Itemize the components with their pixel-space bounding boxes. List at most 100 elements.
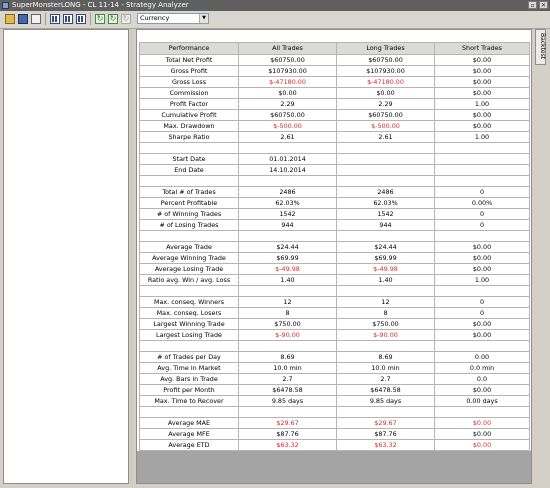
metric-value: $63.32 bbox=[238, 439, 337, 451]
metric-value: 0.00 bbox=[434, 351, 530, 363]
refresh-icon[interactable]: ↻ bbox=[108, 14, 118, 24]
chevron-down-icon[interactable]: ▼ bbox=[199, 14, 208, 23]
column-header[interactable]: Performance bbox=[139, 42, 239, 55]
metric-label: Average Trade bbox=[139, 241, 239, 253]
metric-value: 0 bbox=[434, 307, 530, 319]
table-row: Average Winning Trade $69.99 $69.99 $0.00 bbox=[139, 252, 530, 264]
metric-value: $24.44 bbox=[238, 241, 337, 253]
metric-label bbox=[139, 285, 239, 297]
metric-label: Profit Factor bbox=[139, 98, 239, 110]
table-row: Profit per Month $6478.58 $6478.58 $0.00 bbox=[139, 384, 530, 396]
metric-value: $0.00 bbox=[434, 318, 530, 330]
metric-value: $107930.00 bbox=[238, 65, 337, 77]
metric-value: 0 bbox=[434, 219, 530, 231]
table-row: Gross Loss $-47180.00 $-47180.00 $0.00 bbox=[139, 76, 530, 88]
metric-value: $63.32 bbox=[336, 439, 435, 451]
metric-value: $0.00 bbox=[434, 76, 530, 88]
table-row: Avg. Time in Market 10.0 min 10.0 min 0.0 m… bbox=[139, 362, 530, 374]
metric-value: $6478.58 bbox=[238, 384, 337, 396]
table-row bbox=[139, 175, 530, 187]
metric-value: $0.00 bbox=[434, 384, 530, 396]
metric-value: 62.03% bbox=[336, 197, 435, 209]
metric-value bbox=[336, 230, 435, 242]
metric-value bbox=[434, 175, 530, 187]
column-header[interactable]: All Trades bbox=[238, 42, 337, 55]
metric-value: 12 bbox=[336, 296, 435, 308]
metric-value bbox=[434, 142, 530, 154]
metric-value: $0.00 bbox=[434, 109, 530, 121]
table-row bbox=[139, 142, 530, 154]
metric-value: 8 bbox=[238, 307, 337, 319]
metric-value: $0.00 bbox=[434, 54, 530, 66]
report-grid-icon[interactable] bbox=[76, 14, 86, 24]
table-row: Max. Time to Recover 9.85 days 9.85 days 0.… bbox=[139, 395, 530, 407]
metric-value: $29.67 bbox=[238, 417, 337, 429]
metric-value bbox=[336, 153, 435, 165]
table-row: Start Date 01.01.2014 bbox=[139, 153, 530, 165]
tab-backtest[interactable]: Backtest bbox=[535, 29, 546, 65]
metric-value: 2486 bbox=[336, 186, 435, 198]
currency-select[interactable]: Currency ▼ bbox=[137, 13, 209, 24]
strategy-tree-pane[interactable] bbox=[3, 29, 129, 484]
close-button[interactable]: ✕ bbox=[539, 1, 548, 9]
metric-value: $0.00 bbox=[434, 263, 530, 275]
save-icon[interactable] bbox=[18, 14, 28, 24]
metric-label: Sharpe Ratio bbox=[139, 131, 239, 143]
metric-value: 0.00% bbox=[434, 197, 530, 209]
table-row: Sharpe Ratio 2.61 2.61 1.00 bbox=[139, 131, 530, 143]
metric-label: Cumulative Profit bbox=[139, 109, 239, 121]
metric-value: $-500.00 bbox=[336, 120, 435, 132]
table-row: Commission $0.00 $0.00 $0.00 bbox=[139, 87, 530, 99]
tab-backtest-label: Backtest bbox=[539, 33, 546, 60]
restore-button[interactable]: ▫ bbox=[528, 1, 537, 9]
table-row: # of Winning Trades 1542 1542 0 bbox=[139, 208, 530, 220]
print-icon[interactable] bbox=[31, 14, 41, 24]
table-row: # of Trades per Day 8.69 8.69 0.00 bbox=[139, 351, 530, 363]
metric-label bbox=[139, 406, 239, 418]
metric-label: Largest Winning Trade bbox=[139, 318, 239, 330]
metric-value: $60750.00 bbox=[336, 109, 435, 121]
toolbar-separator bbox=[90, 13, 91, 25]
toolbar-separator bbox=[45, 13, 46, 25]
column-header[interactable]: Long Trades bbox=[336, 42, 435, 55]
column-header[interactable]: Short Trades bbox=[434, 42, 530, 55]
metric-label: # of Winning Trades bbox=[139, 208, 239, 220]
metric-value: $-49.98 bbox=[336, 263, 435, 275]
metric-value: $87.76 bbox=[238, 428, 337, 440]
metric-value bbox=[238, 340, 337, 352]
empty-grid-area bbox=[137, 451, 531, 483]
metric-label: # of Losing Trades bbox=[139, 219, 239, 231]
metric-label: Max. Drawdown bbox=[139, 120, 239, 132]
metric-value: $0.00 bbox=[434, 439, 530, 451]
refresh-icon[interactable]: ↻ bbox=[95, 14, 105, 24]
metric-value: 944 bbox=[336, 219, 435, 231]
metric-label: Percent Profitable bbox=[139, 197, 239, 209]
metric-value: 9.85 days bbox=[336, 395, 435, 407]
metric-value: 1542 bbox=[336, 208, 435, 220]
metric-value bbox=[238, 285, 337, 297]
metric-value bbox=[434, 230, 530, 242]
metric-value bbox=[336, 164, 435, 176]
open-folder-icon[interactable] bbox=[5, 14, 15, 24]
table-header-row: Performance All Trades Long Trades Short… bbox=[139, 42, 530, 55]
metric-value: 2.29 bbox=[336, 98, 435, 110]
metric-value bbox=[238, 175, 337, 187]
report-grid-icon[interactable] bbox=[63, 14, 73, 24]
metric-value: 8.69 bbox=[336, 351, 435, 363]
metric-label bbox=[139, 175, 239, 187]
metric-value: $60750.00 bbox=[336, 54, 435, 66]
metric-value: $750.00 bbox=[336, 318, 435, 330]
currency-select-value: Currency bbox=[140, 14, 170, 22]
metric-value: 1542 bbox=[238, 208, 337, 220]
metric-label: Gross Loss bbox=[139, 76, 239, 88]
metric-value: 8 bbox=[336, 307, 435, 319]
metric-label bbox=[139, 142, 239, 154]
metric-value: $0.00 bbox=[434, 252, 530, 264]
report-grid-icon[interactable] bbox=[50, 14, 60, 24]
metric-value: $24.44 bbox=[336, 241, 435, 253]
performance-report: Performance All Trades Long Trades Short… bbox=[136, 29, 532, 484]
metric-value: $60750.00 bbox=[238, 54, 337, 66]
metric-label: Total Net Profit bbox=[139, 54, 239, 66]
refresh-icon: ↻ bbox=[121, 14, 131, 24]
pane-splitter[interactable] bbox=[130, 29, 133, 484]
